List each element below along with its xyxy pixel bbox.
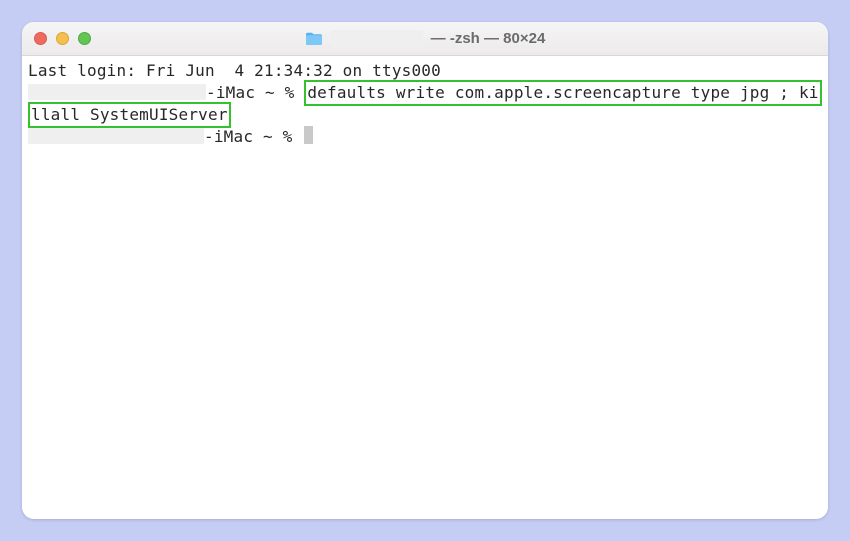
window-title: — -zsh — 80×24: [22, 30, 828, 48]
folder-icon: [305, 32, 323, 46]
highlighted-command-part2: llall SystemUIServer: [28, 102, 231, 128]
terminal-viewport[interactable]: Last login: Fri Jun 4 21:34:32 on ttys00…: [22, 56, 828, 519]
prompt-2: -iMac ~ %: [204, 127, 302, 146]
hostname-redacted-2: [28, 128, 204, 144]
window-titlebar[interactable]: — -zsh — 80×24: [22, 22, 828, 56]
prompt-line-2: -iMac ~ %: [28, 126, 822, 148]
highlighted-command-part1: defaults write com.apple.screencapture t…: [304, 80, 821, 106]
last-login-line: Last login: Fri Jun 4 21:34:32 on ttys00…: [28, 60, 822, 82]
minimize-icon[interactable]: [56, 32, 69, 45]
prompt-1: -iMac ~ %: [206, 83, 304, 102]
command-line-2: llall SystemUIServer: [28, 104, 822, 126]
terminal-window: — -zsh — 80×24 Last login: Fri Jun 4 21:…: [22, 22, 828, 519]
cursor-icon: [304, 126, 313, 144]
command-line-1: -iMac ~ % defaults write com.apple.scree…: [28, 82, 822, 104]
title-redacted: [331, 30, 423, 48]
hostname-redacted: [28, 84, 206, 100]
zoom-icon[interactable]: [78, 32, 91, 45]
title-text: — -zsh — 80×24: [431, 30, 546, 47]
traffic-lights: [34, 32, 91, 45]
close-icon[interactable]: [34, 32, 47, 45]
